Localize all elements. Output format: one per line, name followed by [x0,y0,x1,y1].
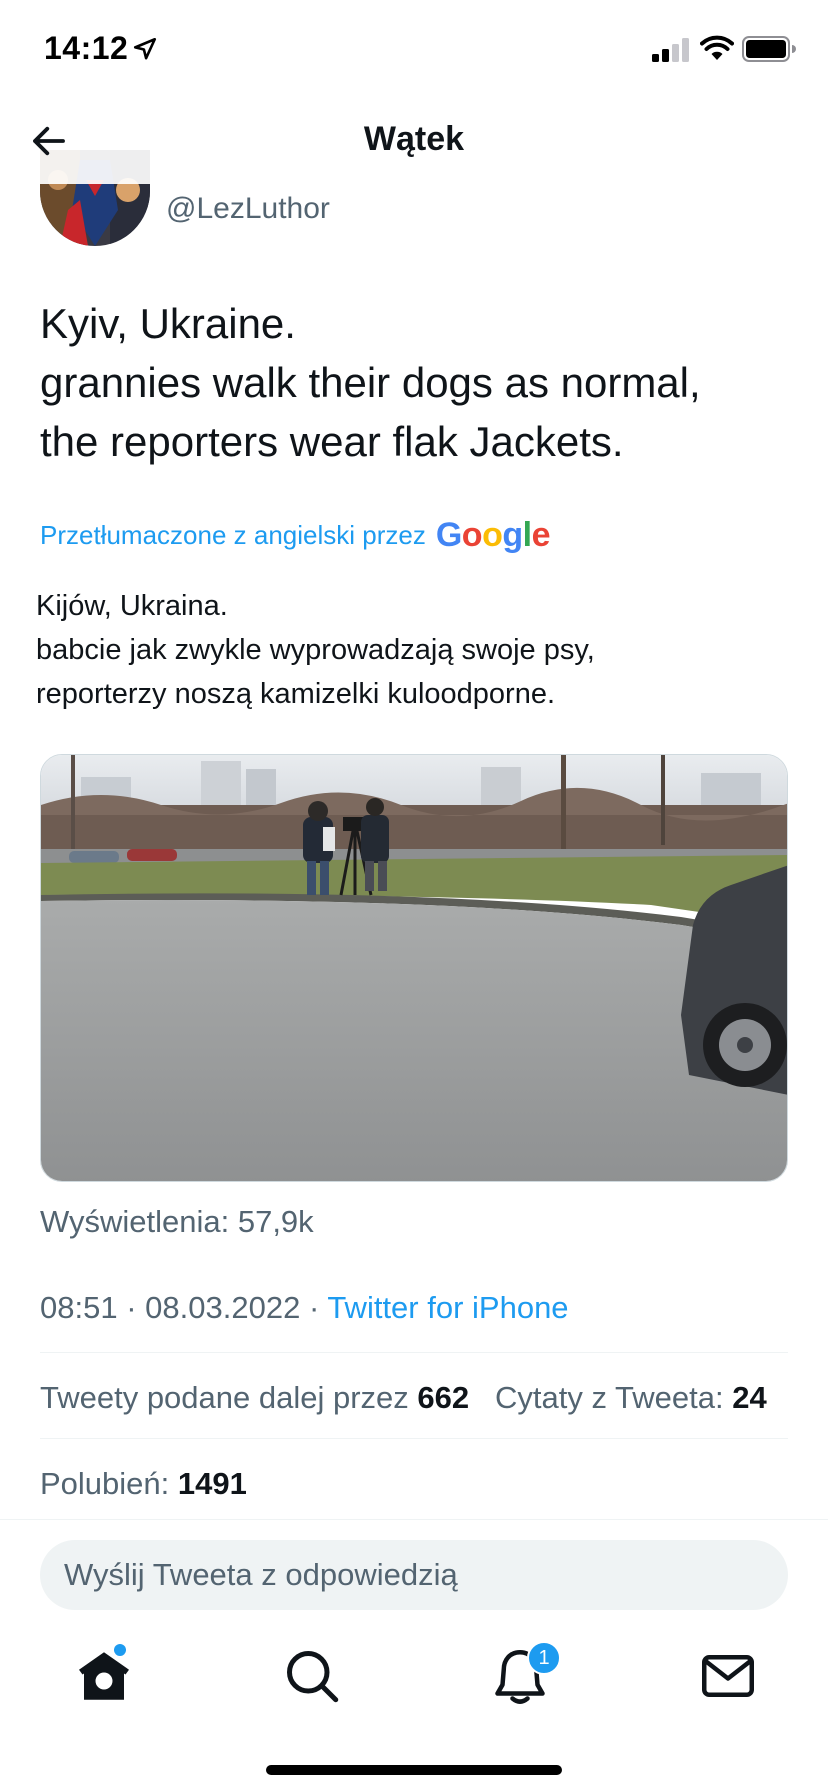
divider [0,1519,828,1520]
status-bar: 14:12 [0,0,828,100]
meta-separator: · [126,1290,137,1325]
divider [40,1438,788,1439]
quotes-stat[interactable]: Cytaty z Tweeta: 24 [495,1380,767,1415]
battery-icon [742,36,796,62]
page-title: Wątek [363,120,465,158]
translated-text: Kijów, Ukraina. babcie jak zwykle wyprow… [36,590,595,710]
home-unread-dot [114,1644,126,1656]
home-icon [79,1652,129,1700]
tweet-video[interactable] [40,754,788,1182]
retweets-count: 662 [417,1380,470,1415]
cellular-signal-icon [652,38,689,62]
translated-by-label: Przetłumaczone z angielski przez [40,520,426,550]
reply-input[interactable]: Wyślij Tweeta z odpowiedzią [40,1540,788,1610]
quotes-count: 24 [732,1380,767,1415]
quotes-label: Cytaty z Tweeta: [495,1380,724,1415]
tweet-date: 08.03.2022 [145,1290,301,1325]
tweet-meta: 08:51 · 08.03.2022 · Twitter for iPhone [40,1290,569,1326]
tab-home[interactable] [74,1646,134,1706]
retweets-label: Tweety podane dalej przez [40,1380,409,1415]
tweet-text: Kyiv, Ukraine. grannies walk their dogs … [40,300,701,465]
translation-attribution[interactable]: Przetłumaczone z angielski przez Google [40,516,551,555]
status-time: 14:12 [44,30,129,66]
meta-separator: · [308,1290,320,1325]
tweet-source-link[interactable]: Twitter for iPhone [327,1290,568,1325]
author-handle[interactable]: @LezLuthor [166,192,330,226]
thread-header: Wątek [0,100,828,184]
video-thumbnail [41,755,787,1181]
google-logo: Google [435,516,551,554]
mail-icon [702,1655,754,1697]
search-icon [287,1651,339,1703]
likes-count: 1491 [177,1466,247,1501]
reply-placeholder: Wyślij Tweeta z odpowiedzią [64,1557,458,1592]
notification-badge: 1 [527,1641,561,1675]
likes-stat[interactable]: Polubień: 1491 [40,1466,247,1502]
tab-search[interactable] [282,1646,342,1706]
wifi-icon [700,35,734,60]
tweet-time: 08:51 [40,1290,118,1325]
home-indicator[interactable] [266,1765,562,1775]
retweets-stat[interactable]: Tweety podane dalej przez 662 [40,1380,469,1415]
location-arrow-icon [133,37,157,60]
divider [40,1352,788,1353]
tab-messages[interactable] [698,1646,758,1706]
likes-label: Polubień: [40,1466,170,1501]
engagement-stats: Tweety podane dalej przez 662 Cytaty z T… [40,1380,767,1416]
view-count: Wyświetlenia: 57,9k [40,1204,314,1239]
